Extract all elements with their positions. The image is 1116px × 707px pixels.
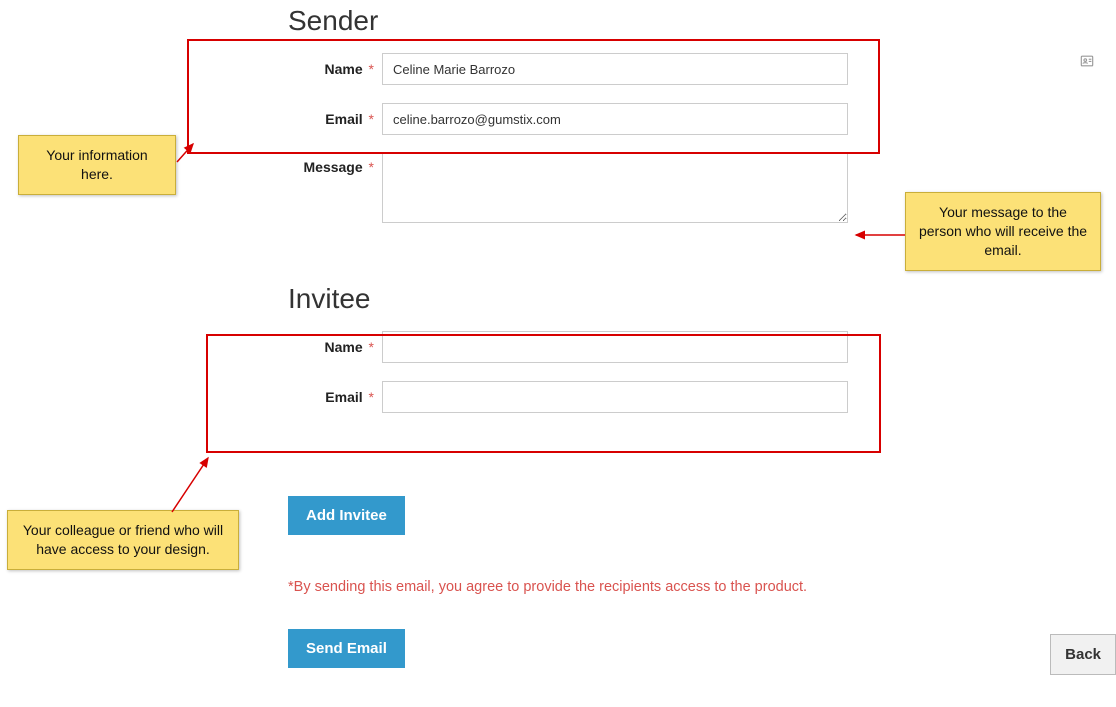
invitee-name-label: Name [325, 339, 363, 355]
sender-email-input[interactable] [382, 103, 848, 135]
sender-message-label-cell: Message * [288, 153, 382, 175]
sender-name-label-cell: Name * [288, 61, 382, 77]
sender-message-textarea[interactable] [382, 153, 848, 223]
sender-message-row: Message * [288, 153, 848, 228]
invitee-name-row: Name * [288, 331, 848, 363]
add-invitee-button[interactable]: Add Invitee [288, 496, 405, 535]
invitee-email-row: Email * [288, 381, 848, 413]
arrow-sender [175, 140, 205, 170]
sender-email-label: Email [325, 111, 362, 127]
disclosure-text: *By sending this email, you agree to pro… [288, 579, 848, 595]
invitee-email-input[interactable] [382, 381, 848, 413]
sender-name-label: Name [325, 61, 363, 77]
sender-message-label: Message [304, 159, 363, 175]
arrow-message [850, 225, 910, 245]
required-indicator: * [369, 339, 374, 355]
sender-heading: Sender [288, 5, 848, 37]
sender-name-row: Name * [288, 53, 848, 85]
invitee-name-label-cell: Name * [288, 339, 382, 355]
required-indicator: * [369, 111, 374, 127]
required-indicator: * [369, 61, 374, 77]
autofill-icon [1080, 54, 1094, 68]
send-email-button[interactable]: Send Email [288, 629, 405, 668]
invitee-email-label-cell: Email * [288, 389, 382, 405]
invitee-email-label: Email [325, 389, 362, 405]
callout-invitee-info: Your colleague or friend who will have a… [7, 510, 239, 570]
sender-name-input[interactable] [382, 53, 848, 85]
back-button[interactable]: Back [1050, 634, 1116, 675]
callout-sender-info: Your information here. [18, 135, 176, 195]
callout-message-info: Your message to the person who will rece… [905, 192, 1101, 271]
invitee-heading: Invitee [288, 283, 848, 315]
required-indicator: * [369, 389, 374, 405]
required-indicator: * [369, 159, 374, 175]
sender-email-label-cell: Email * [288, 111, 382, 127]
invitee-name-input[interactable] [382, 331, 848, 363]
sender-email-row: Email * [288, 103, 848, 135]
